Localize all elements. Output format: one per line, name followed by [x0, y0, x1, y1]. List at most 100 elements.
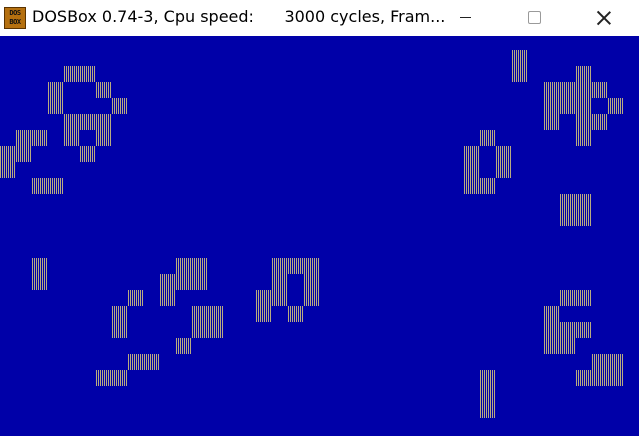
pattern-cell: [0, 146, 16, 162]
pattern-cell: [592, 354, 608, 370]
pattern-cell: [112, 322, 128, 338]
pattern-cell: [480, 402, 496, 418]
pattern-cell: [112, 370, 128, 386]
title-bar[interactable]: DOS BOX DOSBox 0.74-3, Cpu speed: 3000 c…: [0, 0, 639, 36]
pattern-cell: [208, 322, 224, 338]
pattern-cell: [80, 114, 96, 130]
pattern-cell: [512, 66, 528, 82]
pattern-cell: [272, 274, 288, 290]
pattern-cell: [544, 82, 560, 98]
pattern-cell: [544, 306, 560, 322]
pattern-cell: [0, 162, 16, 178]
pattern-cell: [560, 194, 576, 210]
pattern-cell: [176, 338, 192, 354]
pattern-cell: [32, 178, 48, 194]
pattern-cell: [80, 66, 96, 82]
app-icon-text-bottom: BOX: [9, 18, 21, 26]
pattern-cell: [128, 290, 144, 306]
minimize-icon: [460, 17, 471, 18]
pattern-cell: [48, 82, 64, 98]
pattern-cell: [576, 114, 592, 130]
pattern-cell: [480, 130, 496, 146]
pattern-cell: [304, 290, 320, 306]
pattern-cell: [48, 98, 64, 114]
pattern-cell: [480, 386, 496, 402]
pattern-cell: [592, 370, 608, 386]
dosbox-app-icon[interactable]: DOS BOX: [4, 7, 26, 29]
pattern-cell: [192, 322, 208, 338]
pattern-cell: [464, 162, 480, 178]
pattern-cell: [544, 114, 560, 130]
pattern-cell: [208, 306, 224, 322]
pattern-cell: [272, 290, 288, 306]
pattern-cell: [32, 258, 48, 274]
pattern-cell: [576, 290, 592, 306]
pattern-cell: [288, 306, 304, 322]
pattern-cell: [560, 290, 576, 306]
pattern-cell: [576, 82, 592, 98]
minimize-button[interactable]: [442, 0, 488, 36]
pattern-cell: [544, 322, 560, 338]
pattern-cell: [480, 178, 496, 194]
pattern-cell: [96, 130, 112, 146]
pattern-cell: [16, 146, 32, 162]
pattern-cell: [560, 322, 576, 338]
pattern-cell: [48, 178, 64, 194]
pattern-cell: [256, 290, 272, 306]
pattern-cell: [304, 274, 320, 290]
pattern-cell: [64, 130, 80, 146]
pattern-cell: [192, 274, 208, 290]
pattern-cell: [496, 162, 512, 178]
pattern-cell: [304, 258, 320, 274]
dosbox-window: DOS BOX DOSBox 0.74-3, Cpu speed: 3000 c…: [0, 0, 639, 436]
pattern-cell: [256, 306, 272, 322]
pattern-cell: [560, 338, 576, 354]
maximize-button[interactable]: [511, 0, 557, 36]
pattern-cell: [112, 306, 128, 322]
pattern-cell: [128, 354, 144, 370]
close-button[interactable]: [580, 0, 626, 36]
maximize-icon: [528, 11, 541, 24]
pattern-cell: [176, 274, 192, 290]
pattern-cell: [608, 354, 624, 370]
pattern-cell: [288, 258, 304, 274]
pattern-cell: [576, 194, 592, 210]
pattern-cell: [32, 274, 48, 290]
pattern-cell: [464, 146, 480, 162]
pattern-cell: [560, 98, 576, 114]
pattern-cell: [592, 114, 608, 130]
pattern-cell: [512, 50, 528, 66]
pattern-cell: [480, 370, 496, 386]
pattern-cell: [16, 130, 32, 146]
pattern-cell: [592, 82, 608, 98]
pattern-cell: [576, 322, 592, 338]
pattern-cell: [272, 258, 288, 274]
pattern-cell: [560, 210, 576, 226]
pattern-cell: [192, 258, 208, 274]
window-title: DOSBox 0.74-3, Cpu speed: 3000 cycles, F…: [32, 7, 446, 26]
pattern-cell: [64, 66, 80, 82]
pattern-cell: [544, 338, 560, 354]
app-icon-text-top: DOS: [9, 9, 21, 17]
pattern-cell: [64, 114, 80, 130]
pattern-cell: [544, 98, 560, 114]
pattern-cell: [576, 370, 592, 386]
pattern-cell: [32, 130, 48, 146]
pattern-cell: [496, 146, 512, 162]
pattern-cell: [144, 354, 160, 370]
pattern-cell: [160, 290, 176, 306]
close-icon: [597, 11, 611, 25]
pattern-cell: [464, 178, 480, 194]
pattern-cell: [112, 98, 128, 114]
pattern-cell: [576, 210, 592, 226]
dos-screen[interactable]: [0, 36, 639, 436]
pattern-cell: [576, 130, 592, 146]
pattern-cell: [96, 82, 112, 98]
pattern-cell: [96, 370, 112, 386]
pattern-cell: [176, 258, 192, 274]
pattern-cell: [576, 98, 592, 114]
pattern-cell: [608, 370, 624, 386]
pattern-cell: [608, 98, 624, 114]
pattern-cell: [576, 66, 592, 82]
pattern-cell: [160, 274, 176, 290]
